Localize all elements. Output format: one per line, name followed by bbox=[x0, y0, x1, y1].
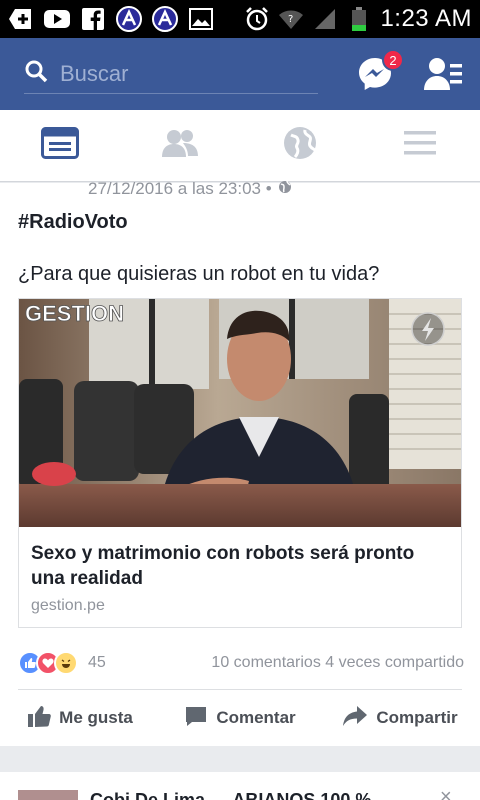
search-icon bbox=[24, 59, 48, 88]
like-button[interactable]: Me gusta bbox=[0, 701, 160, 735]
plus-icon bbox=[8, 8, 34, 30]
public-globe-icon bbox=[278, 179, 292, 199]
comment-icon bbox=[184, 704, 208, 733]
svg-text:?: ? bbox=[288, 14, 293, 25]
post-hashtag[interactable]: #RadioVoto bbox=[18, 211, 128, 234]
status-bar: ? 1:23 AM bbox=[0, 0, 480, 38]
search-input[interactable]: Buscar bbox=[24, 54, 318, 94]
tab-menu[interactable] bbox=[360, 110, 480, 181]
comment-label: Comentar bbox=[216, 708, 296, 727]
share-button[interactable]: Compartir bbox=[320, 701, 480, 735]
link-preview-image: GESTION bbox=[19, 299, 461, 527]
link-preview-card[interactable]: GESTION Sexo y matrimonio con robots ser… bbox=[18, 298, 462, 628]
feed-post: 27/12/2016 a las 23:03 • #RadioVoto ¿Par… bbox=[0, 179, 480, 746]
youtube-icon bbox=[44, 8, 70, 30]
image-icon bbox=[188, 8, 214, 30]
friend-requests-button[interactable] bbox=[424, 56, 464, 92]
haha-reaction-icon bbox=[54, 651, 78, 675]
menu-icon bbox=[404, 130, 436, 161]
friend-requests-icon bbox=[424, 58, 464, 96]
reaction-count: 45 bbox=[88, 654, 106, 671]
link-domain: gestion.pe bbox=[31, 597, 105, 614]
close-icon[interactable]: × bbox=[440, 786, 452, 800]
divider bbox=[18, 689, 462, 690]
share-arrow-icon bbox=[342, 704, 368, 733]
alarm-icon bbox=[244, 7, 270, 31]
app-a-icon bbox=[152, 6, 178, 32]
friends-icon bbox=[161, 128, 199, 163]
thumbs-up-icon bbox=[27, 704, 51, 733]
battery-icon bbox=[346, 7, 372, 31]
app-header: Buscar 2 bbox=[0, 38, 480, 110]
notification-badge: 2 bbox=[382, 49, 404, 71]
next-feed-post[interactable]: Cobi De Lima — ABIANOS 100 % × bbox=[0, 772, 480, 800]
next-post-title: Cobi De Lima — ABIANOS 100 % bbox=[90, 790, 372, 800]
post-actions: Me gusta Comentar Compartir bbox=[0, 701, 480, 735]
comment-button[interactable]: Comentar bbox=[160, 701, 320, 735]
clock: 1:23 AM bbox=[380, 5, 472, 32]
comments-shares-count[interactable]: 10 comentarios 4 veces compartido bbox=[211, 654, 464, 672]
facebook-icon bbox=[80, 8, 106, 30]
post-text: ¿Para que quisieras un robot en tu vida? bbox=[18, 263, 380, 285]
reaction-icons bbox=[18, 651, 78, 675]
share-label: Compartir bbox=[376, 708, 458, 727]
tab-news-feed[interactable] bbox=[0, 110, 120, 181]
search-placeholder: Buscar bbox=[60, 60, 129, 86]
tab-friends[interactable] bbox=[120, 110, 240, 181]
messenger-button[interactable]: 2 bbox=[356, 49, 404, 93]
reactions-summary[interactable]: 45 10 comentarios 4 veces compartido bbox=[18, 649, 464, 677]
wifi-icon: ? bbox=[278, 8, 304, 30]
app-a-icon bbox=[116, 6, 142, 32]
image-watermark: GESTION bbox=[25, 301, 124, 326]
tab-notifications[interactable] bbox=[240, 110, 360, 181]
tab-bar bbox=[0, 110, 480, 182]
link-title[interactable]: Sexo y matrimonio con robots será pronto… bbox=[31, 541, 451, 591]
like-label: Me gusta bbox=[59, 708, 133, 727]
post-timestamp[interactable]: 27/12/2016 a las 23:03 • bbox=[88, 179, 272, 199]
news-feed-icon bbox=[41, 127, 79, 164]
post-meta: 27/12/2016 a las 23:03 • bbox=[88, 179, 292, 199]
signal-icon bbox=[312, 8, 338, 30]
globe-icon bbox=[283, 126, 317, 165]
messenger-icon bbox=[356, 58, 394, 97]
next-post-thumbnail bbox=[18, 790, 78, 800]
